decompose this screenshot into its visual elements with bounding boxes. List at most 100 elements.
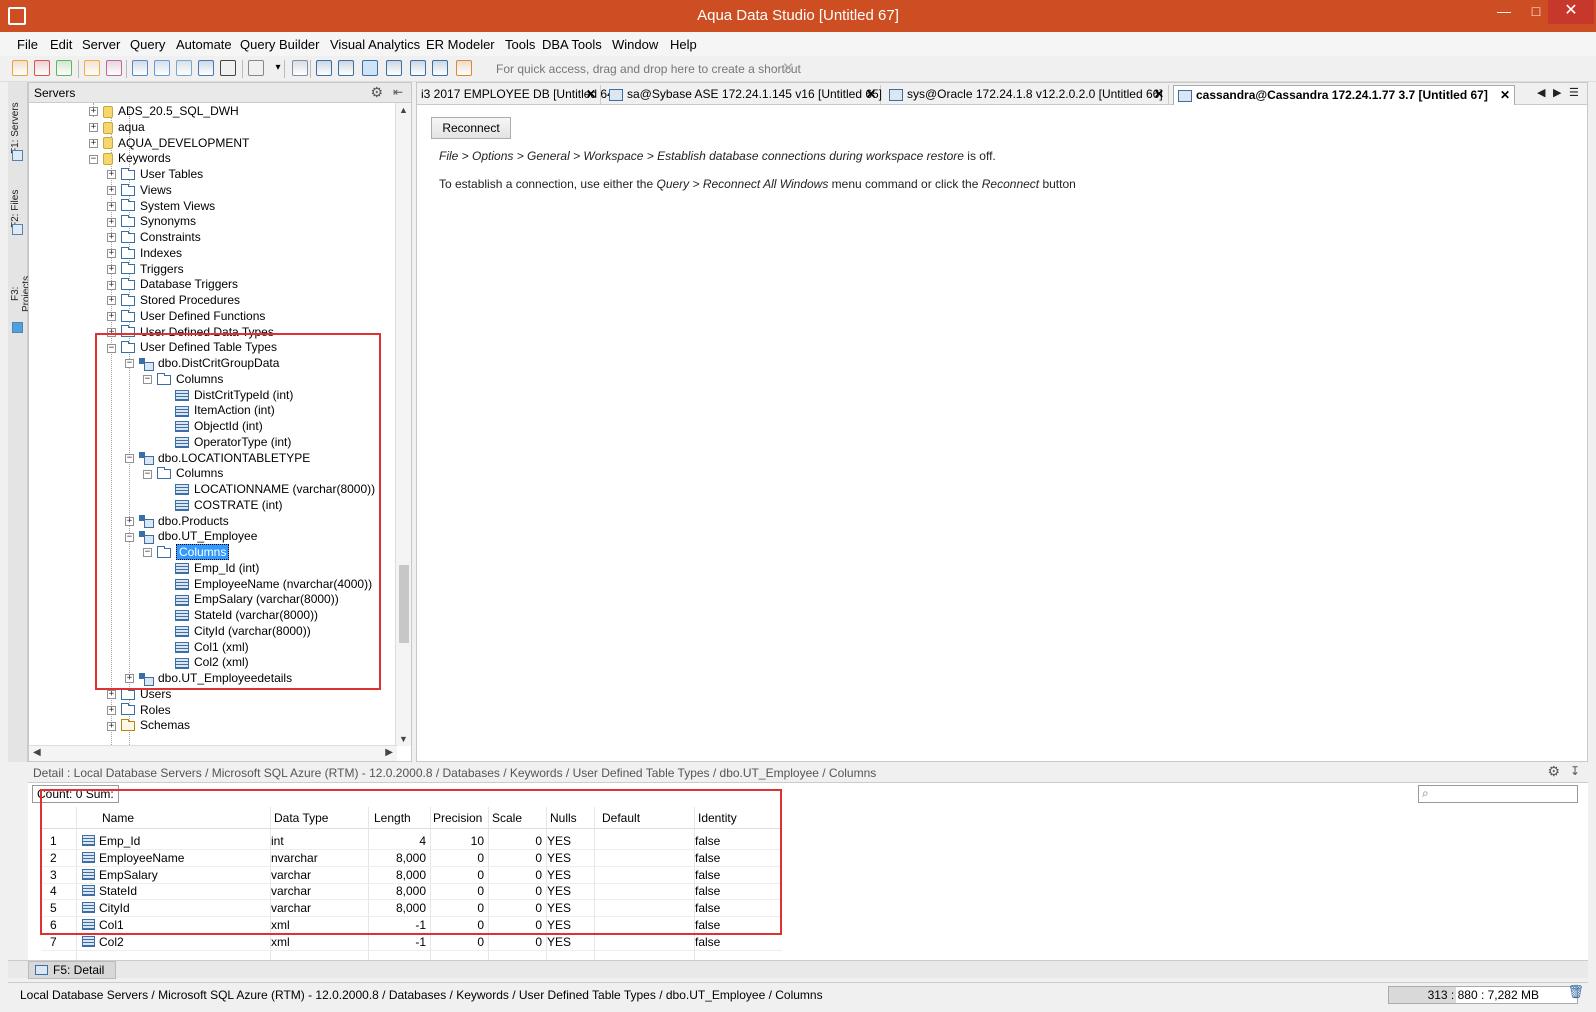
menu-tools[interactable]: Tools xyxy=(505,37,535,52)
script-icon[interactable] xyxy=(248,60,264,76)
tree-node-label: Schemas xyxy=(140,718,191,733)
memory-indicator[interactable]: 313 : 880 : 7,282 MB xyxy=(1388,986,1578,1004)
menu-server[interactable]: Server xyxy=(82,37,120,52)
editor-tab[interactable]: sa@Sybase ASE 172.24.1.145 v16 [Untitled… xyxy=(605,85,882,105)
scroll-down-icon[interactable]: ▼ xyxy=(399,734,408,744)
query-window-icon[interactable] xyxy=(154,60,170,76)
tree-node[interactable]: + Stored Procedures xyxy=(107,292,240,308)
form-icon[interactable] xyxy=(410,60,426,76)
scroll-thumb[interactable] xyxy=(399,565,409,643)
tree-node[interactable]: + AQUA_DEVELOPMENT xyxy=(89,135,249,151)
tree-node[interactable]: + Roles xyxy=(107,702,171,718)
expand-icon[interactable]: + xyxy=(107,233,116,243)
tree-vertical-scrollbar[interactable]: ▲ ▼ xyxy=(395,103,411,746)
menu-query[interactable]: Query xyxy=(130,37,165,52)
close-tab-icon[interactable]: ✕ xyxy=(1500,86,1510,104)
trash-icon[interactable]: 🗑 xyxy=(1567,984,1584,1000)
table-row[interactable]: 7 Col2 xml -1 0 0 YES false xyxy=(42,934,782,951)
tree-node[interactable]: + Database Triggers xyxy=(107,276,238,292)
tree-node[interactable]: + Indexes xyxy=(107,245,182,261)
tab-detail[interactable]: F5: Detail xyxy=(28,961,116,979)
expand-icon[interactable]: + xyxy=(107,690,116,700)
tree-node[interactable]: + Schemas xyxy=(107,717,190,733)
editor-tab[interactable]: sys@Oracle 172.24.1.8 v12.2.0.2.0 [Untit… xyxy=(885,85,1169,105)
expand-icon[interactable]: + xyxy=(107,170,116,180)
editor-tab-active[interactable]: cassandra@Cassandra 172.24.1.77 3.7 [Unt… xyxy=(1173,85,1515,105)
gear-icon[interactable]: ⚙ xyxy=(1547,763,1560,780)
expand-icon[interactable]: + xyxy=(107,201,116,211)
collapse-icon[interactable]: − xyxy=(89,154,98,164)
expand-icon[interactable]: + xyxy=(107,312,116,322)
close-tab-icon[interactable]: ✕ xyxy=(866,85,876,103)
expand-icon[interactable]: + xyxy=(107,264,116,274)
tree-node[interactable]: + Constraints xyxy=(107,229,201,245)
scroll-up-icon[interactable]: ▲ xyxy=(399,105,408,115)
tree-node[interactable]: + Synonyms xyxy=(107,213,196,229)
disconnect-icon[interactable] xyxy=(34,60,50,76)
expand-icon[interactable]: + xyxy=(89,107,98,117)
tool-icon[interactable] xyxy=(84,60,100,76)
print-icon[interactable] xyxy=(220,60,236,76)
tree-node[interactable]: + User Defined Functions xyxy=(107,308,265,324)
tab-prev-icon[interactable]: ◀ xyxy=(1537,86,1545,99)
schema-icon[interactable] xyxy=(292,60,308,76)
tree-node[interactable]: + User Tables xyxy=(107,166,203,182)
menu-visual-analytics[interactable]: Visual Analytics xyxy=(330,37,420,52)
tree-node[interactable]: − Keywords xyxy=(89,150,171,166)
grid-alt-icon[interactable] xyxy=(338,60,354,76)
close-tab-icon[interactable]: ✕ xyxy=(586,85,596,103)
tree-node[interactable]: + System Views xyxy=(107,198,215,214)
tree-horizontal-scrollbar[interactable]: ◀ ▶ xyxy=(29,745,397,761)
menu-query-builder[interactable]: Query Builder xyxy=(240,37,319,52)
table-icon[interactable] xyxy=(362,60,378,76)
new-connection-icon[interactable] xyxy=(12,60,28,76)
close-tab-icon[interactable]: ✕ xyxy=(1154,85,1164,103)
menu-help[interactable]: Help xyxy=(670,37,697,52)
tab-projects[interactable]: F3: Projects xyxy=(10,268,32,320)
chart-icon[interactable] xyxy=(456,60,472,76)
expand-icon[interactable]: + xyxy=(107,705,116,715)
tree-node[interactable]: + Triggers xyxy=(107,261,184,277)
tree-node[interactable]: + ADS_20.5_SQL_DWH xyxy=(89,103,239,119)
search-input[interactable]: ⌕ xyxy=(1418,785,1578,803)
menu-window[interactable]: Window xyxy=(612,37,658,52)
edit-icon[interactable] xyxy=(106,60,122,76)
gear-icon[interactable]: ⚙ xyxy=(370,84,383,101)
execute-icon[interactable] xyxy=(198,60,214,76)
editor-tab[interactable]: i3 2017 EMPLOYEE DB [Untitled 64] ✕ xyxy=(417,85,617,105)
tab-servers[interactable]: F1: Servers xyxy=(10,98,26,158)
expand-icon[interactable]: + xyxy=(107,296,116,306)
expand-icon[interactable]: + xyxy=(107,721,116,731)
columns-icon[interactable] xyxy=(386,60,402,76)
tree-node[interactable]: + Views xyxy=(107,182,172,198)
minimize-panel-icon[interactable]: ⇤ xyxy=(393,85,403,99)
expand-icon[interactable]: + xyxy=(107,217,116,227)
compare-icon[interactable] xyxy=(176,60,192,76)
expand-icon[interactable]: + xyxy=(89,123,98,133)
scroll-left-icon[interactable]: ◀ xyxy=(33,747,41,758)
tab-list-icon[interactable]: ☰ xyxy=(1569,86,1579,99)
minimize-button[interactable]: — xyxy=(1488,0,1520,24)
menu-file[interactable]: File xyxy=(17,37,38,52)
image-icon[interactable] xyxy=(432,60,448,76)
scroll-right-icon[interactable]: ▶ xyxy=(385,747,393,758)
expand-icon[interactable]: + xyxy=(89,138,98,148)
menu-er-modeler[interactable]: ER Modeler xyxy=(426,37,495,52)
expand-icon[interactable]: + xyxy=(107,280,116,290)
grid-icon[interactable] xyxy=(316,60,332,76)
download-icon[interactable]: ↧ xyxy=(1570,764,1580,778)
expand-icon[interactable]: + xyxy=(107,186,116,196)
refresh-icon[interactable] xyxy=(56,60,72,76)
menu-edit[interactable]: Edit xyxy=(50,37,72,52)
shortcut-close-icon[interactable]: ✕ xyxy=(782,59,795,77)
reconnect-button[interactable]: Reconnect xyxy=(431,117,511,139)
menu-automate[interactable]: Automate xyxy=(176,37,232,52)
close-button[interactable]: ✕ xyxy=(1548,0,1594,24)
expand-icon[interactable]: + xyxy=(107,249,116,259)
folder-icon xyxy=(121,183,135,196)
tree-node[interactable]: + aqua xyxy=(89,119,145,135)
tab-next-icon[interactable]: ▶ xyxy=(1553,86,1561,99)
workspace-message: File > Options > General > Workspace > E… xyxy=(439,149,996,163)
query-icon[interactable] xyxy=(132,60,148,76)
menu-dba-tools[interactable]: DBA Tools xyxy=(542,37,602,52)
